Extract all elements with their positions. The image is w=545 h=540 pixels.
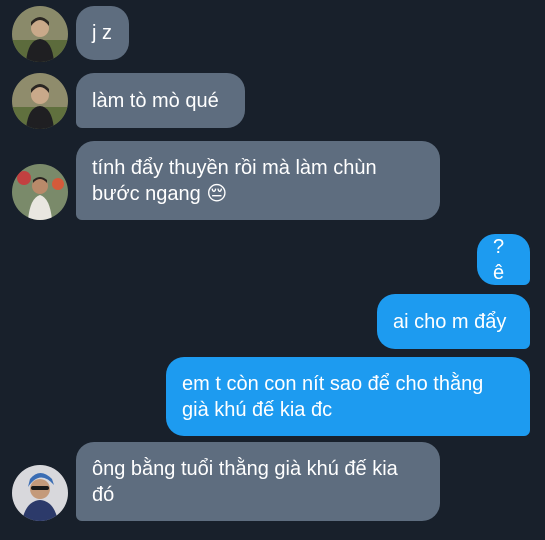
avatar[interactable] xyxy=(12,465,68,521)
message-bubble[interactable]: làm tò mò qué xyxy=(76,73,245,128)
message-bubble[interactable]: em t còn con nít sao để cho thằng già kh… xyxy=(166,357,530,436)
message-bubble[interactable]: j z xyxy=(76,6,129,60)
avatar[interactable] xyxy=(12,164,68,220)
avatar[interactable] xyxy=(12,6,68,62)
message-bubble[interactable]: ?ê xyxy=(477,234,530,285)
avatar[interactable] xyxy=(12,73,68,129)
message-bubble[interactable]: ai cho m đẩy xyxy=(377,294,530,349)
message-bubble[interactable]: ông bằng tuổi thằng già khú đế kia đó xyxy=(76,442,440,521)
message-bubble[interactable]: tính đẩy thuyền rồi mà làm chùn bước nga… xyxy=(76,141,440,220)
